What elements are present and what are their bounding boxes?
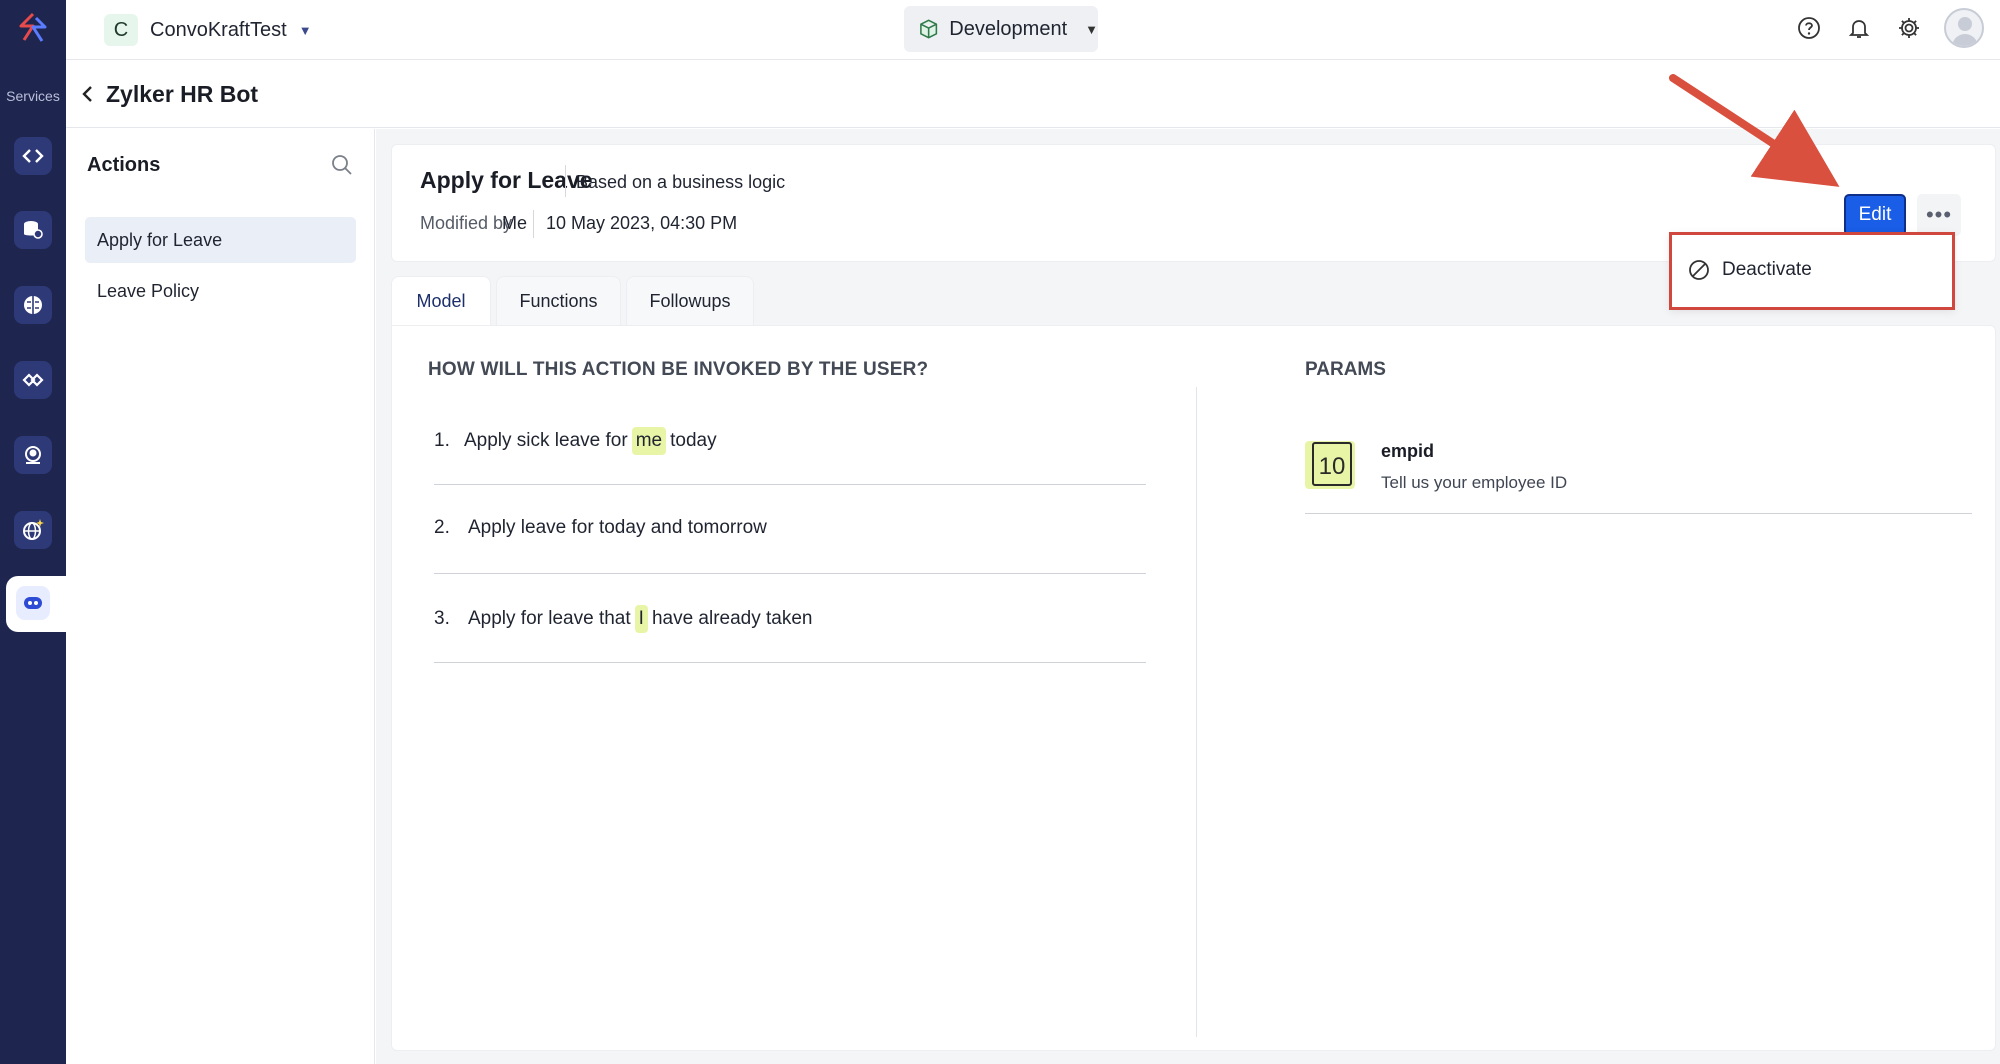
- utterance-text: Apply leave for today and tomorrow: [468, 517, 767, 538]
- bell-icon[interactable]: [1844, 13, 1874, 43]
- actions-heading: Actions: [87, 154, 161, 176]
- column-divider: [1196, 387, 1197, 1037]
- utterance-divider: [434, 484, 1146, 485]
- top-bar: C ConvoKraftTest ▼ Development ▼: [66, 0, 2000, 60]
- utterance-entity-highlight[interactable]: I: [634, 605, 648, 633]
- dev-tools-icon[interactable]: [14, 137, 52, 175]
- edit-button[interactable]: Edit: [1844, 194, 1906, 236]
- service-rail: Services: [0, 0, 66, 1064]
- project-name: ConvoKraftTest: [150, 18, 287, 41]
- deactivate-menu-item[interactable]: Deactivate: [1688, 259, 1812, 281]
- help-icon[interactable]: [1794, 13, 1824, 43]
- divider: [565, 165, 566, 197]
- modified-by-value: Me: [502, 213, 528, 233]
- utterance-item[interactable]: 3. Apply for leave that I have already t…: [434, 605, 813, 633]
- back-arrow-icon[interactable]: [76, 82, 100, 106]
- number-param-icon: 10: [1305, 441, 1355, 489]
- main-frame: C ConvoKraftTest ▼ Development ▼ Zylker …: [66, 0, 2000, 1064]
- param-description: Tell us your employee ID: [1381, 473, 1568, 492]
- globe-sparkle-icon[interactable]: [14, 511, 52, 549]
- block-icon: [1689, 260, 1709, 280]
- tab-followups[interactable]: Followups: [626, 276, 754, 326]
- utterance-divider: [434, 662, 1146, 663]
- utterance-text: Apply for leave that: [468, 608, 631, 629]
- utterance-item[interactable]: 1. Apply sick leave for me today: [434, 427, 717, 455]
- chevron-down-icon: ▼: [1085, 21, 1098, 37]
- utterance-text: Apply sick leave for: [464, 430, 628, 451]
- modified-by-label: Modified by: [420, 213, 513, 233]
- actions-panel: Actions Apply for Leave Leave Policy: [66, 129, 375, 1064]
- project-avatar: C: [104, 14, 138, 46]
- chevron-down-icon: ▼: [298, 22, 312, 38]
- bot-title: Zylker HR Bot: [106, 81, 259, 107]
- more-options-menu: Deactivate: [1669, 232, 1955, 310]
- divider: [533, 210, 534, 238]
- database-icon[interactable]: [14, 211, 52, 249]
- more-options-icon[interactable]: •••: [1917, 194, 1961, 236]
- project-switcher[interactable]: C ConvoKraftTest ▼: [104, 14, 312, 46]
- gear-icon[interactable]: [1894, 13, 1924, 43]
- tab-model[interactable]: Model: [391, 276, 491, 326]
- tab-functions[interactable]: Functions: [496, 276, 621, 326]
- params-heading: PARAMS: [1305, 359, 1386, 380]
- utterance-text: have already taken: [651, 608, 813, 629]
- bot-header: Zylker HR Bot: [66, 60, 2000, 128]
- utterance-number: 2.: [434, 517, 450, 538]
- support-agent-icon[interactable]: [14, 436, 52, 474]
- action-title: Apply for Leave: [420, 167, 593, 193]
- param-divider: [1305, 513, 1972, 514]
- invoke-heading: HOW WILL THIS ACTION BE INVOKED BY THE U…: [428, 359, 929, 380]
- param-name[interactable]: empid: [1381, 441, 1434, 462]
- search-icon[interactable]: [330, 153, 354, 177]
- modified-date: 10 May 2023, 04:30 PM: [546, 213, 738, 233]
- param-icon-text: 10: [1319, 453, 1346, 480]
- utterance-text: today: [670, 430, 717, 451]
- chat-bot-icon[interactable]: [16, 586, 50, 620]
- environment-label: Development: [949, 17, 1068, 40]
- action-item-leave-policy[interactable]: Leave Policy: [85, 268, 356, 314]
- top-actions: [1794, 8, 1984, 48]
- utterance-number: 1.: [434, 430, 450, 451]
- services-label: Services: [6, 88, 60, 104]
- cube-icon: [920, 19, 938, 39]
- action-item-apply-for-leave[interactable]: Apply for Leave: [85, 217, 356, 263]
- environment-selector[interactable]: Development ▼: [904, 6, 1098, 52]
- app-logo-icon[interactable]: [14, 10, 52, 48]
- brain-icon[interactable]: [14, 286, 52, 324]
- deactivate-label: Deactivate: [1722, 259, 1812, 280]
- utterance-divider: [434, 573, 1146, 574]
- action-type: Based on a business logic: [576, 172, 786, 192]
- integration-icon[interactable]: [14, 361, 52, 399]
- utterance-entity-highlight[interactable]: me: [631, 427, 667, 455]
- utterance-item[interactable]: 2. Apply leave for today and tomorrow: [434, 517, 767, 539]
- utterance-number: 3.: [434, 608, 450, 629]
- user-avatar[interactable]: [1944, 8, 1984, 48]
